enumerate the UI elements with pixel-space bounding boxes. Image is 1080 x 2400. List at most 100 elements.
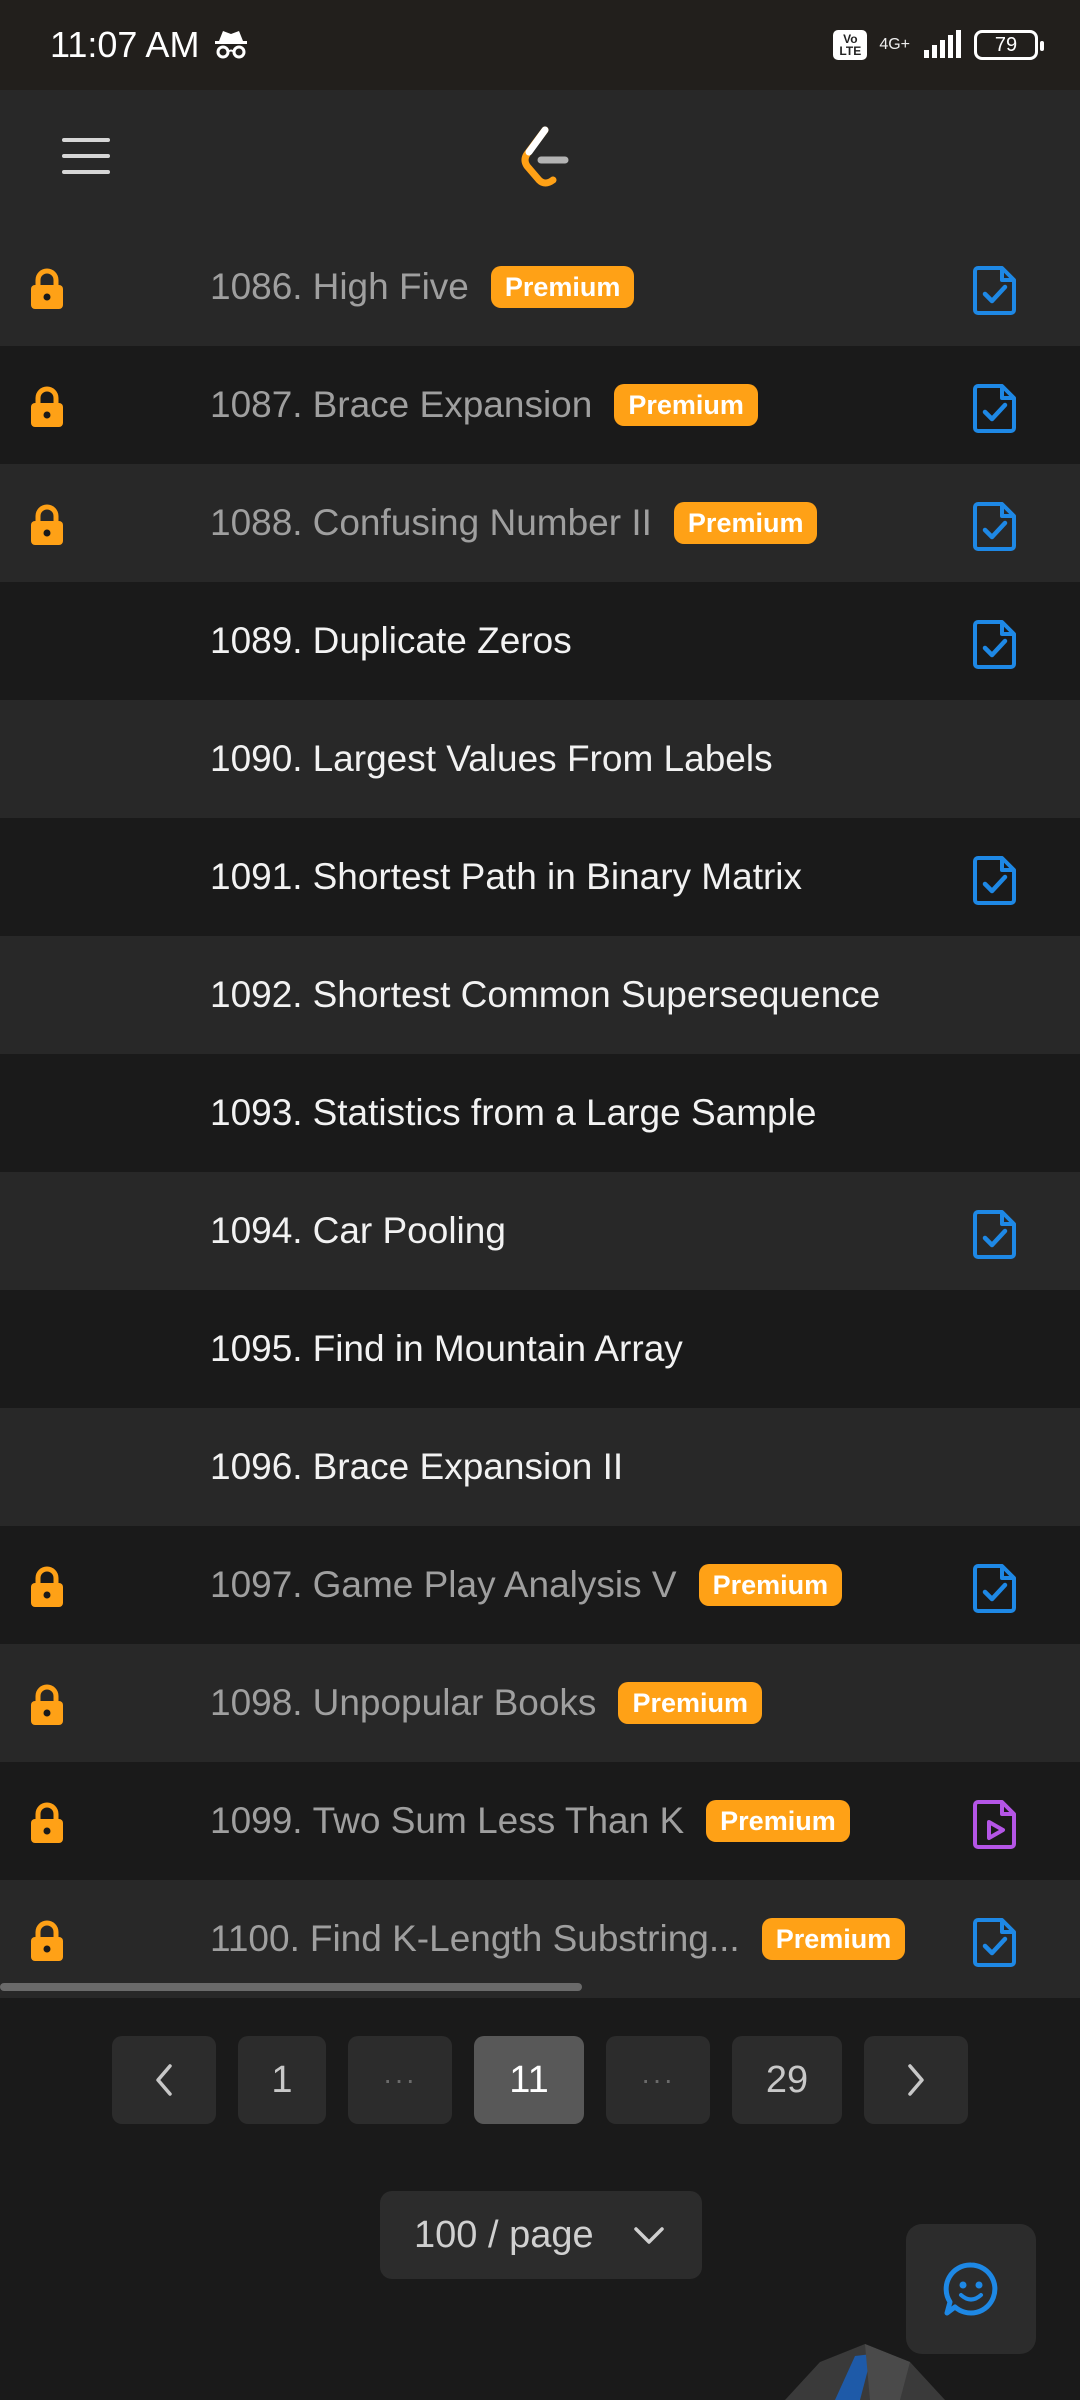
volte-bottom: LTE: [839, 44, 862, 58]
menu-icon-bar: [62, 138, 110, 142]
video-file-icon[interactable]: [972, 1798, 1018, 1850]
problem-row[interactable]: 1095. Find in Mountain Array: [0, 1290, 1080, 1408]
page-ellipsis-left[interactable]: ···: [348, 2036, 452, 2124]
problem-row[interactable]: 1092. Shortest Common Supersequence: [0, 936, 1080, 1054]
problem-number: 1094.: [210, 1210, 303, 1251]
menu-icon-bar: [62, 154, 110, 158]
problem-title-text: Confusing Number II: [312, 502, 652, 543]
check-file-icon[interactable]: [972, 500, 1018, 552]
feedback-button[interactable]: [906, 2224, 1036, 2354]
problem-number: 1087.: [210, 384, 303, 425]
problem-title-text: Brace Expansion II: [312, 1446, 624, 1487]
problem-title[interactable]: 1095. Find in Mountain Array: [210, 1328, 683, 1370]
problem-number: 1098.: [210, 1682, 303, 1723]
problem-title[interactable]: 1092. Shortest Common Supersequence: [210, 974, 880, 1016]
volte-icon: Vo LTE: [833, 30, 868, 60]
check-file-icon[interactable]: [972, 1916, 1018, 1968]
problem-title-text: Shortest Path in Binary Matrix: [312, 856, 803, 897]
problem-row[interactable]: 1090. Largest Values From Labels: [0, 700, 1080, 818]
problem-title-text: Duplicate Zeros: [312, 620, 572, 661]
problem-number: 1099.: [210, 1800, 303, 1841]
menu-icon-bar: [62, 170, 110, 174]
check-file-icon[interactable]: [972, 1562, 1018, 1614]
check-file-icon[interactable]: [972, 382, 1018, 434]
problem-title-text: Statistics from a Large Sample: [312, 1092, 817, 1133]
problem-title-text: Two Sum Less Than K: [312, 1800, 685, 1841]
problem-number: 1100.: [210, 1918, 300, 1959]
pagination: 1 ··· 11 ··· 29: [0, 2036, 1080, 2124]
problem-title[interactable]: 1094. Car Pooling: [210, 1210, 506, 1252]
problem-title[interactable]: 1093. Statistics from a Large Sample: [210, 1092, 816, 1134]
status-bar: 11:07 AM Vo LTE 4G+ 79: [0, 0, 1080, 90]
problem-title-text: Brace Expansion: [312, 384, 593, 425]
battery-level: 79: [994, 33, 1018, 56]
signal-icon: [924, 30, 961, 58]
problem-title-text: Unpopular Books: [312, 1682, 597, 1723]
floating-cube-icon[interactable]: [780, 2344, 950, 2400]
problem-title-text: Largest Values From Labels: [312, 738, 773, 779]
chat-smile-icon: [943, 2262, 998, 2316]
check-file-icon[interactable]: [972, 618, 1018, 670]
lock-icon: [26, 386, 68, 428]
problem-row[interactable]: 1096. Brace Expansion II: [0, 1408, 1080, 1526]
problem-title[interactable]: 1096. Brace Expansion II: [210, 1446, 623, 1488]
lock-icon: [26, 1684, 68, 1726]
incognito-icon: [215, 31, 248, 59]
problem-number: 1089.: [210, 620, 303, 661]
problem-title[interactable]: 1098. Unpopular Books Premium: [210, 1682, 762, 1724]
premium-badge: Premium: [490, 266, 635, 308]
problem-title[interactable]: 1091. Shortest Path in Binary Matrix: [210, 856, 802, 898]
status-right: Vo LTE 4G+ 79: [833, 30, 1044, 60]
problem-title[interactable]: 1088. Confusing Number II Premium: [210, 502, 818, 544]
status-left: 11:07 AM: [50, 24, 249, 66]
problem-row[interactable]: 1093. Statistics from a Large Sample: [0, 1054, 1080, 1172]
problem-number: 1097.: [210, 1564, 303, 1605]
problem-row[interactable]: 1087. Brace Expansion Premium: [0, 346, 1080, 464]
leetcode-logo-icon[interactable]: [515, 124, 575, 194]
page-ellipsis-right[interactable]: ···: [606, 2036, 710, 2124]
problem-row[interactable]: 1100. Find K-Length Substring... Premium: [0, 1880, 1080, 1998]
check-file-icon[interactable]: [972, 854, 1018, 906]
problem-title[interactable]: 1097. Game Play Analysis V Premium: [210, 1564, 843, 1606]
horizontal-scrollbar[interactable]: [0, 1983, 582, 1991]
page-button-current[interactable]: 11: [474, 2036, 584, 2124]
chevron-down-icon: [634, 2227, 664, 2244]
problem-row[interactable]: 1099. Two Sum Less Than K Premium: [0, 1762, 1080, 1880]
problem-number: 1090.: [210, 738, 303, 779]
problem-title[interactable]: 1100. Find K-Length Substring... Premium: [210, 1918, 906, 1960]
problem-title[interactable]: 1099. Two Sum Less Than K Premium: [210, 1800, 850, 1842]
problem-number: 1093.: [210, 1092, 303, 1133]
app-header: [0, 90, 1080, 228]
problem-row[interactable]: 1094. Car Pooling: [0, 1172, 1080, 1290]
lock-icon: [26, 268, 68, 310]
problem-title[interactable]: 1090. Largest Values From Labels: [210, 738, 773, 780]
problem-row[interactable]: 1086. High Five Premium: [0, 228, 1080, 346]
page-button-last[interactable]: 29: [732, 2036, 842, 2124]
network-type: 4G+: [879, 36, 910, 53]
prev-page-button[interactable]: [112, 2036, 216, 2124]
check-file-icon[interactable]: [972, 1208, 1018, 1260]
problem-number: 1086.: [210, 266, 303, 307]
page-size-select[interactable]: 100 / page: [380, 2191, 702, 2279]
problem-title[interactable]: 1087. Brace Expansion Premium: [210, 384, 758, 426]
problem-row[interactable]: 1097. Game Play Analysis V Premium: [0, 1526, 1080, 1644]
problem-row[interactable]: 1091. Shortest Path in Binary Matrix: [0, 818, 1080, 936]
page-button-first[interactable]: 1: [238, 2036, 326, 2124]
chevron-left-icon: [156, 2064, 172, 2096]
problem-number: 1091.: [210, 856, 303, 897]
problem-title-text: Find in Mountain Array: [312, 1328, 683, 1369]
problem-row[interactable]: 1088. Confusing Number II Premium: [0, 464, 1080, 582]
premium-badge: Premium: [761, 1918, 906, 1960]
premium-badge: Premium: [618, 1682, 762, 1724]
next-page-button[interactable]: [864, 2036, 968, 2124]
problem-title[interactable]: 1089. Duplicate Zeros: [210, 620, 572, 662]
problem-number: 1092.: [210, 974, 303, 1015]
check-file-icon[interactable]: [972, 264, 1018, 316]
page-size-value: 100 / page: [414, 2213, 594, 2256]
problem-title-text: Game Play Analysis V: [312, 1564, 677, 1605]
menu-button[interactable]: [62, 138, 110, 178]
problem-row[interactable]: 1098. Unpopular Books Premium: [0, 1644, 1080, 1762]
problem-row[interactable]: 1089. Duplicate Zeros: [0, 582, 1080, 700]
problem-title[interactable]: 1086. High Five Premium: [210, 266, 635, 308]
premium-badge: Premium: [706, 1800, 850, 1842]
